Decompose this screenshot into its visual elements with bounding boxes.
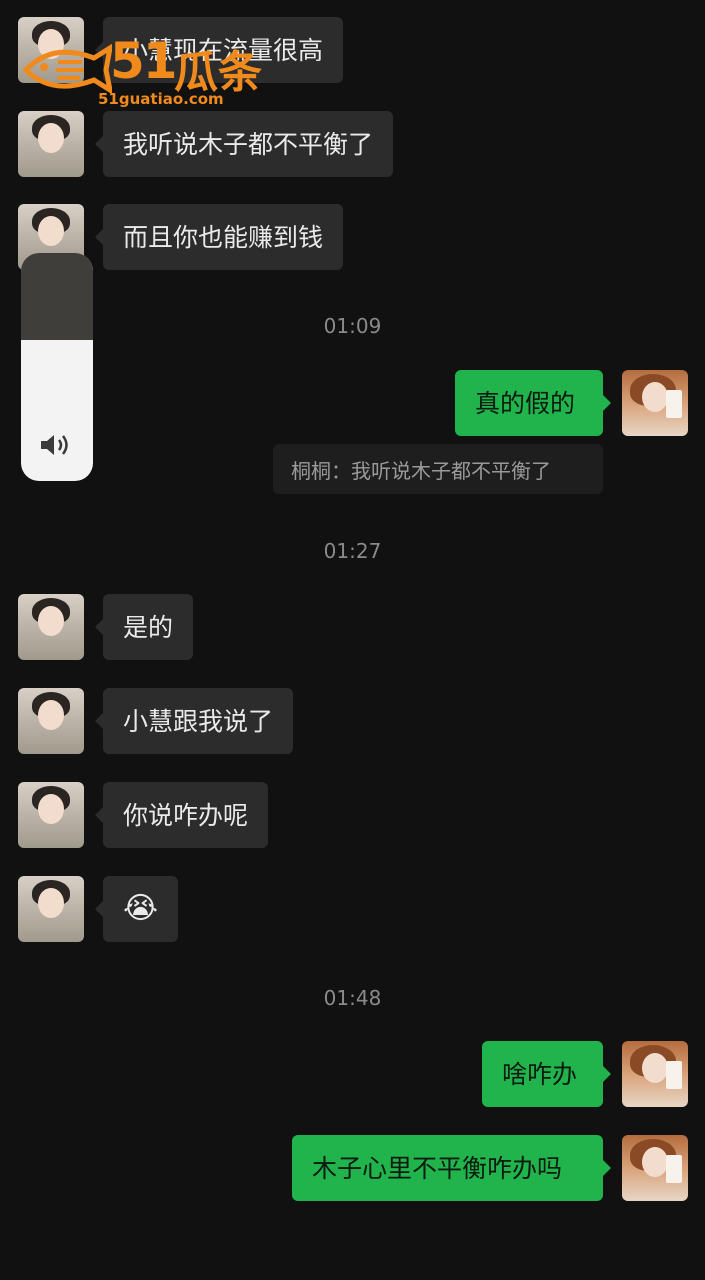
incoming-message-bubble[interactable]: 是的 (94, 594, 194, 660)
my-avatar[interactable] (622, 370, 688, 436)
outgoing-message-bubble[interactable]: 啥咋办 (482, 1041, 611, 1107)
timestamp: 01:48 (323, 986, 382, 1010)
quoted-reply[interactable]: 桐桐：我听说木子都不平衡了 (273, 444, 603, 494)
my-avatar[interactable] (622, 1041, 688, 1107)
volume-empty-track (21, 253, 93, 340)
my-avatar[interactable] (622, 1135, 688, 1201)
message-text: 木子心里不平衡咋办吗 (312, 1153, 563, 1183)
contact-avatar[interactable] (18, 688, 84, 754)
message-text: 我听说木子都不平衡了 (123, 129, 374, 159)
incoming-message-bubble[interactable]: 小慧跟我说了 (94, 688, 294, 754)
watermark-logo: 51 瓜条 51guatiao.com (22, 32, 272, 112)
timestamp: 01:09 (323, 314, 382, 338)
outgoing-message-bubble[interactable]: 木子心里不平衡咋办吗 (292, 1135, 611, 1201)
contact-avatar[interactable] (18, 594, 84, 660)
watermark-url: 51guatiao.com (98, 90, 224, 108)
incoming-message-bubble[interactable]: 而且你也能赚到钱 (94, 204, 344, 270)
message-text: 你说咋办呢 (123, 800, 249, 830)
watermark-number: 51 (110, 32, 178, 90)
message-text: 是的 (123, 612, 174, 642)
message-text: 小慧跟我说了 (123, 706, 274, 736)
speaker-icon (39, 431, 75, 465)
contact-avatar[interactable] (18, 111, 84, 177)
outgoing-message-bubble[interactable]: 真的假的 (455, 370, 611, 436)
crying-emoji-icon: 😭 (123, 891, 159, 926)
timestamp: 01:27 (323, 539, 382, 563)
incoming-message-bubble[interactable]: 你说咋办呢 (94, 782, 269, 848)
contact-avatar[interactable] (18, 782, 84, 848)
volume-slider[interactable] (21, 253, 93, 481)
message-text: 而且你也能赚到钱 (123, 222, 324, 252)
fish-logo-icon (22, 43, 112, 95)
incoming-message-bubble[interactable]: 我听说木子都不平衡了 (94, 111, 394, 177)
contact-avatar[interactable] (18, 876, 84, 942)
quoted-text: 桐桐：我听说木子都不平衡了 (291, 458, 551, 483)
message-text: 啥咋办 (502, 1059, 578, 1089)
incoming-message-bubble[interactable]: 😭 (94, 876, 179, 942)
message-text: 真的假的 (475, 388, 576, 418)
